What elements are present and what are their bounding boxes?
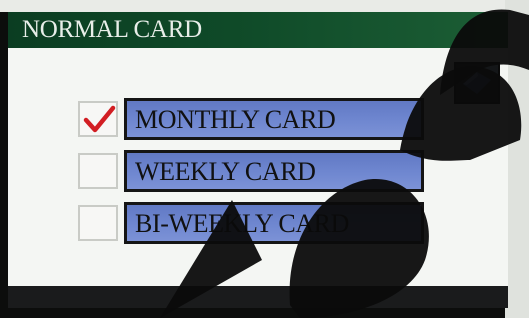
option-monthly-card[interactable]: MONTHLY CARD (78, 98, 428, 140)
back-button[interactable] (454, 62, 500, 104)
option-label-box[interactable]: WEEKLY CARD (124, 150, 424, 192)
option-label-box[interactable]: MONTHLY CARD (124, 98, 424, 140)
device-bezel-top (0, 0, 529, 12)
lcd-screen: NORMAL CARD MONTHLY CARD WEEKLY CARD BI-… (8, 12, 508, 308)
title-bar: NORMAL CARD (8, 12, 508, 48)
checkbox-weekly-card[interactable] (78, 153, 118, 189)
option-label-box[interactable]: BI-WEEKLY CARD (124, 202, 424, 244)
option-label: WEEKLY CARD (135, 157, 316, 186)
checkmark-icon (83, 105, 116, 133)
checkbox-bi-weekly-card[interactable] (78, 205, 118, 241)
option-label: MONTHLY CARD (135, 105, 336, 134)
option-bi-weekly-card[interactable]: BI-WEEKLY CARD (78, 202, 428, 244)
back-arrow-icon (463, 72, 491, 94)
checkbox-monthly-card[interactable] (78, 101, 118, 137)
device-bezel-right (505, 0, 529, 318)
bottom-bar (8, 286, 508, 308)
option-weekly-card[interactable]: WEEKLY CARD (78, 150, 428, 192)
option-label: BI-WEEKLY CARD (135, 209, 349, 238)
page-title: NORMAL CARD (22, 16, 202, 43)
